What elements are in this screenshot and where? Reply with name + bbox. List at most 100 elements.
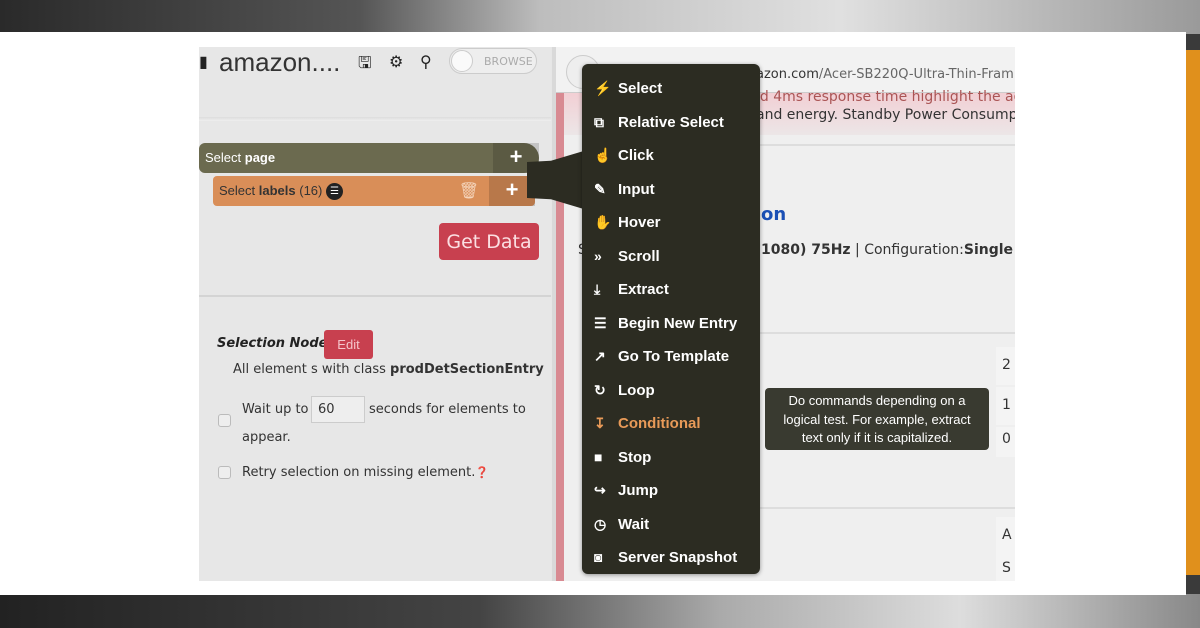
selection-description: All element s with class prodDetSectionE… [233, 362, 544, 377]
menu-item-scroll[interactable]: » Scroll [582, 240, 760, 273]
camera-icon: ◙ [594, 549, 603, 565]
class-name: prodDetSectionEntry [390, 362, 544, 377]
wait-seconds-input[interactable]: 60 [311, 396, 365, 423]
wait-prefix: Wait up to [242, 402, 309, 417]
menu-item-label: Begin New Entry [618, 314, 738, 332]
toggle-knob [451, 50, 473, 72]
hand-icon: ✋ [594, 214, 612, 230]
menu-item-select[interactable]: ⚡ Select [582, 72, 760, 105]
node-prefix: Select [205, 150, 242, 165]
toggle-label: BROWSE [484, 55, 533, 68]
loop-icon: ↻ [594, 381, 606, 398]
background-photo-bottom [0, 594, 1200, 628]
menu-item-extract[interactable]: ⤓ Extract [582, 273, 760, 306]
sidebar-panel: ▮ amazon.... 🖫 ⚙ ⚲ BROWSE Select page + … [199, 47, 551, 581]
table-cell: 0 [996, 427, 1015, 457]
divider [199, 117, 551, 121]
share-arrow-icon: ↪ [594, 482, 606, 498]
divider [199, 295, 551, 297]
menu-item-relative-select[interactable]: ⧉ Relative Select [582, 106, 760, 139]
spec-label: Configuration: [864, 242, 964, 258]
retry-label: Retry selection on missing element.❓ [242, 465, 489, 480]
menu-item-label: Scroll [618, 247, 660, 265]
menu-item-go-to-template[interactable]: ↗ Go To Template [582, 340, 760, 373]
download-icon: ⤓ [594, 281, 601, 297]
menu-item-input[interactable]: ✎ Input [582, 173, 760, 206]
menu-item-server-snapshot[interactable]: ◙ Server Snapshot [582, 541, 760, 574]
save-icon[interactable]: 🖫 [358, 52, 372, 79]
menu-item-label: Select [618, 80, 663, 97]
menu-item-stop[interactable]: ■ Stop [582, 441, 760, 474]
browse-toggle[interactable]: BROWSE [449, 48, 537, 74]
search-icon[interactable]: ⚲ [420, 52, 432, 71]
wait-suffix-2: appear. [242, 430, 291, 445]
menu-item-jump[interactable]: ↪ Jump [582, 474, 760, 507]
spec-value: Single [963, 242, 1014, 258]
desc-text: All element s with class [233, 362, 386, 377]
menu-item-label: Relative Select [618, 113, 724, 131]
pencil-icon: ✎ [594, 180, 606, 197]
node-name: labels [258, 183, 296, 198]
node-prefix: Select [219, 183, 256, 198]
node-name: page [244, 150, 276, 165]
node-count: (16) [299, 183, 323, 198]
selection-node-label: Selection Node: [217, 336, 333, 351]
trash-icon[interactable]: 🗑 [459, 181, 479, 201]
spec-text: 1080) 75Hz [761, 242, 851, 258]
retry-checkbox[interactable] [218, 466, 231, 479]
menu-item-label: Input [618, 180, 655, 198]
external-link-icon: ↗ [594, 348, 606, 364]
menu-item-hover[interactable]: ✋ Hover [582, 206, 760, 239]
orange-accent-strip [1186, 50, 1200, 575]
double-chevron-down-icon: » [594, 247, 602, 264]
relative-select-icon: ⧉ [594, 113, 604, 130]
get-data-button[interactable]: Get Data [439, 223, 539, 260]
table-cell: A [996, 517, 1015, 557]
menu-item-label: Jump [618, 482, 659, 499]
menu-item-begin-new-entry[interactable]: ☰ Begin New Entry [582, 307, 760, 340]
menu-item-label: Click [618, 147, 654, 164]
node-select-page[interactable]: Select page + [199, 143, 539, 173]
clock-icon: ◷ [594, 515, 607, 532]
edit-button[interactable]: Edit [324, 330, 373, 359]
menu-item-wait[interactable]: ◷ Wait [582, 508, 760, 541]
spec-separator: | [855, 242, 860, 258]
menu-item-label: Extract [618, 281, 669, 298]
table-cell: 1 [996, 387, 1015, 425]
stop-icon: ■ [594, 448, 603, 465]
menu-item-label: Go To Template [618, 348, 730, 365]
conditional-arrow-icon: ↧ [594, 415, 606, 431]
table-cell: S [996, 552, 1015, 581]
conditional-tooltip: Do commands depending on a logical test.… [765, 388, 989, 450]
url-path: /Acer-SB220Q-Ultra-Thin-Fram [818, 67, 1014, 82]
menu-item-loop[interactable]: ↻ Loop [582, 374, 760, 407]
menu-item-label: Wait [618, 515, 650, 533]
product-heading[interactable]: on [761, 204, 786, 225]
magic-wand-icon: ⚡ [594, 80, 612, 96]
wait-checkbox[interactable] [218, 414, 231, 427]
background-photo-top [0, 0, 1200, 34]
menu-item-label: Hover [618, 214, 661, 231]
page-text: id 4ms response time highlight the adv [756, 89, 1015, 105]
url-domain: azon.com [756, 67, 819, 82]
command-menu: ⚡ Select ⧉ Relative Select ☝ Click ✎ Input ✋ Hove… [582, 64, 760, 574]
page-text: and energy. Standby Power Consumpti [756, 107, 1015, 123]
wait-suffix: seconds for elements to [369, 402, 526, 417]
project-title: amazon.... [219, 47, 341, 77]
list-icon[interactable]: ☰ [326, 183, 343, 201]
menu-item-label: Server Snapshot [618, 549, 738, 566]
retry-text: Retry selection on missing element. [242, 465, 476, 480]
pointer-hand-icon: ☝ [594, 147, 612, 163]
logo-icon: ▮ [199, 52, 208, 71]
menu-item-conditional[interactable]: ↧ Conditional [582, 407, 760, 440]
help-icon[interactable]: ❓ [475, 466, 489, 479]
gear-icon[interactable]: ⚙ [389, 52, 403, 71]
table-cell: 2 [996, 347, 1015, 385]
node-select-labels[interactable]: Select labels (16) ☰ 🗑 + [213, 176, 535, 206]
menu-item-label: Conditional [618, 415, 701, 432]
menu-item-label: Loop [618, 381, 655, 399]
list-icon: ☰ [594, 314, 607, 331]
url-text: azon.com/Acer-SB220Q-Ultra-Thin-Fram [756, 67, 1014, 82]
menu-item-label: Stop [618, 448, 652, 466]
menu-item-click[interactable]: ☝ Click [582, 139, 760, 172]
